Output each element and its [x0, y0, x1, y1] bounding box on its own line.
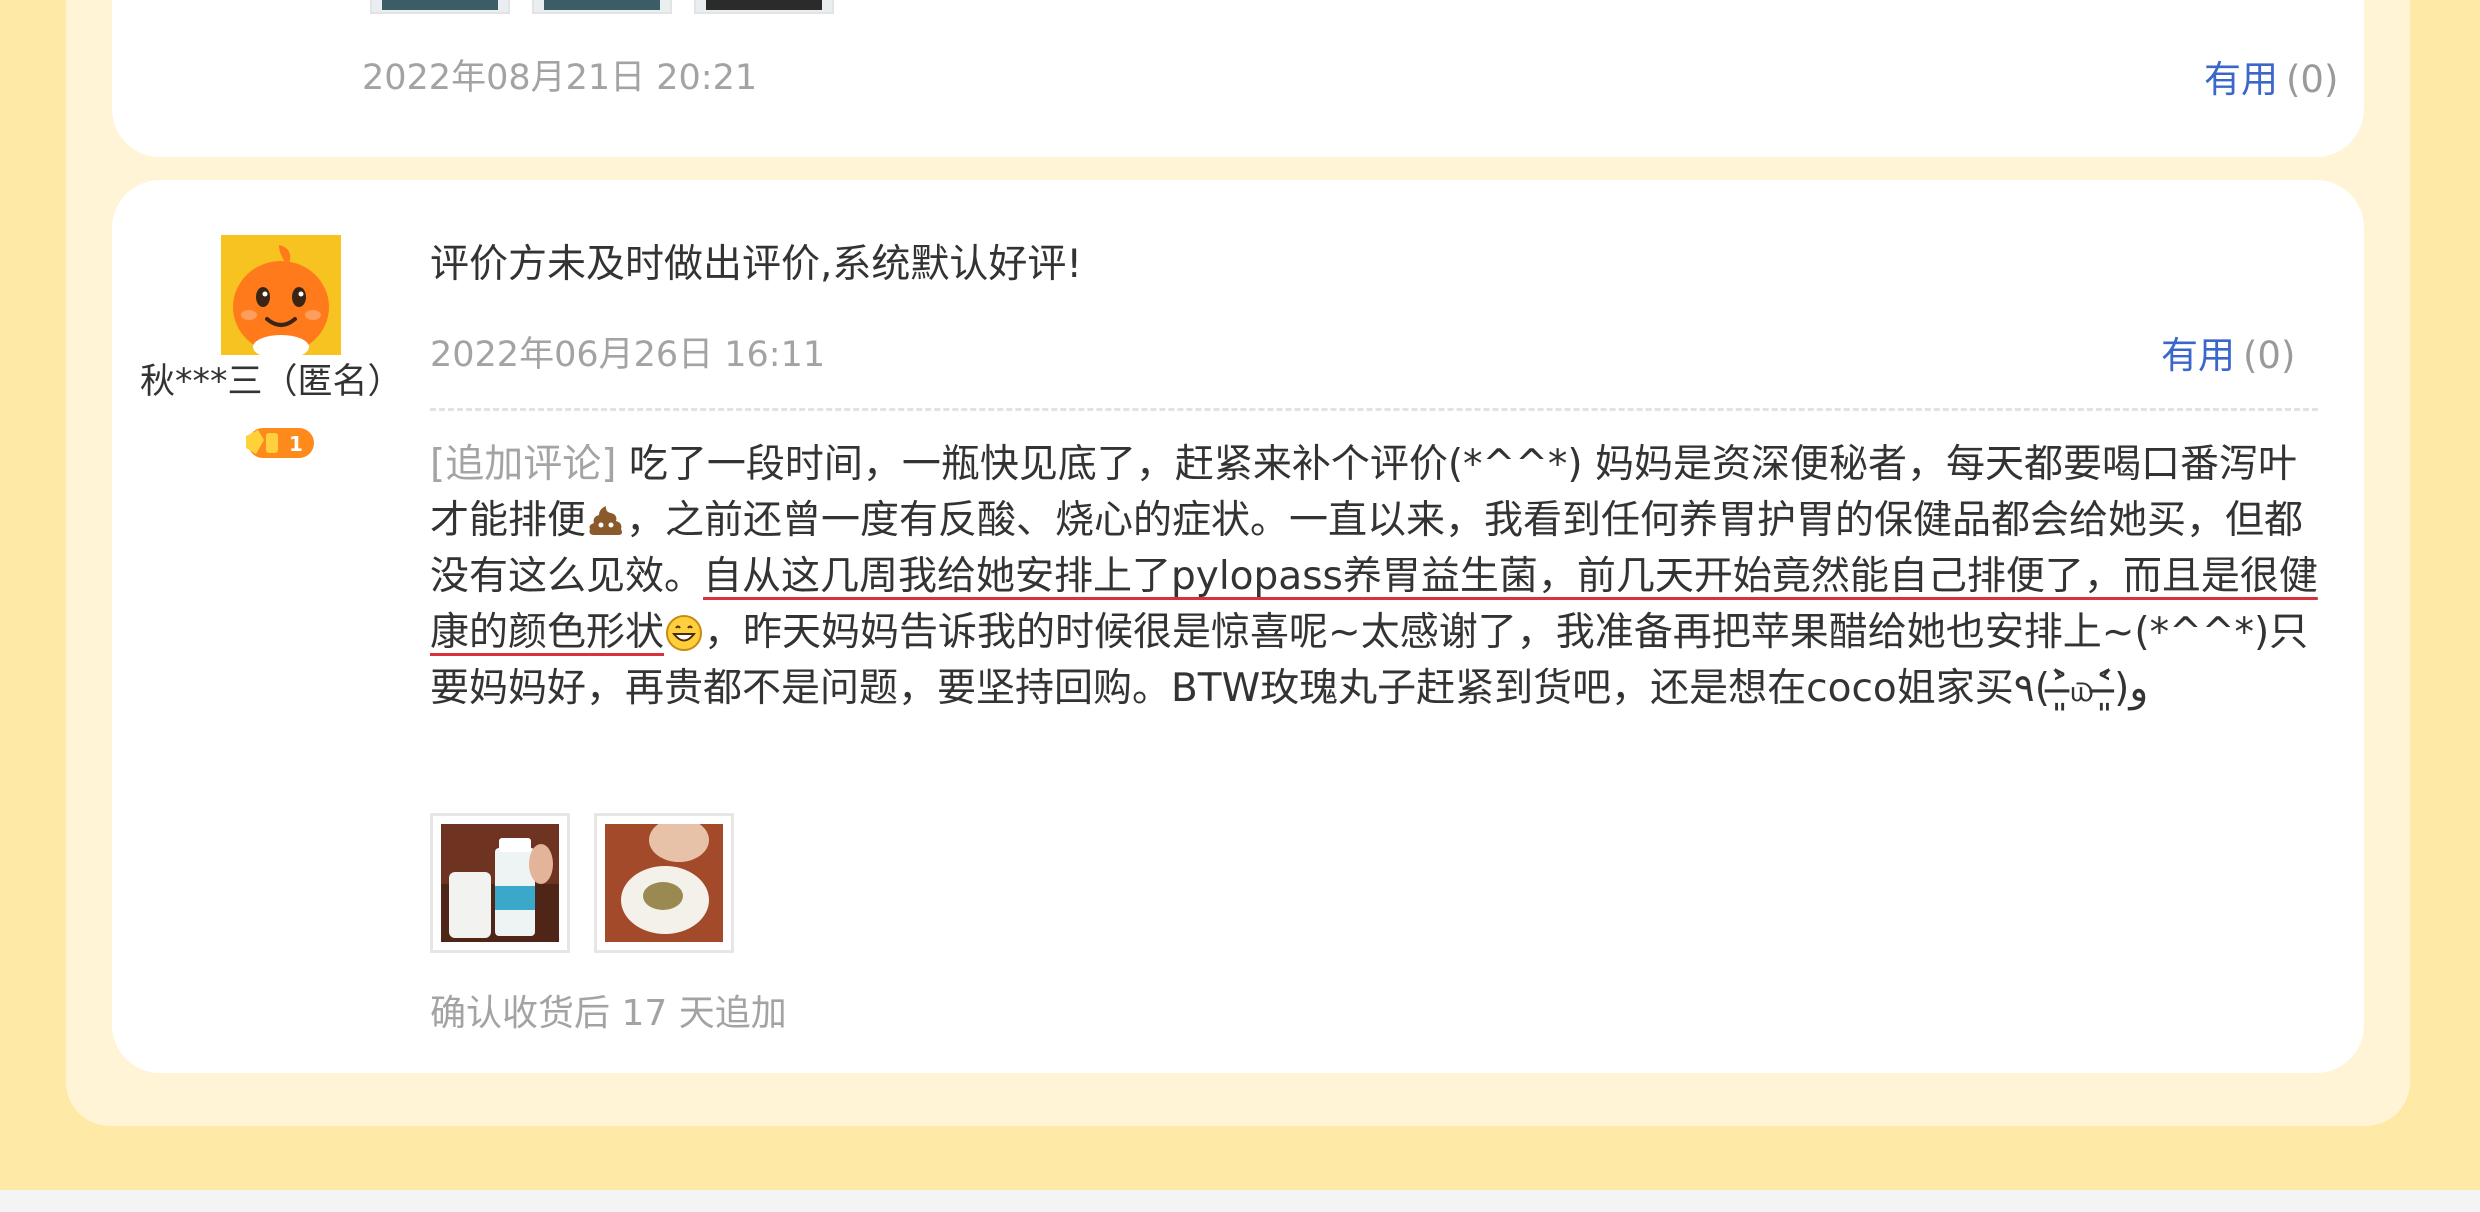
review-date: 2022年06月26日 16:11 — [430, 335, 826, 375]
poop-emoji-icon — [589, 506, 623, 535]
previous-review-photos — [370, 0, 834, 14]
append-review-text: [追加评论] 吃了一段时间，一瓶快见底了，赶紧来补个评价(*^^*) 妈妈是资深… — [430, 437, 2320, 717]
previous-useful-button[interactable]: 有用 (0) — [2204, 60, 2338, 100]
avatar-mascot-icon — [221, 235, 341, 355]
review-photo-thumb[interactable] — [694, 0, 834, 14]
review-photo-thumb[interactable] — [370, 0, 510, 14]
user-avatar[interactable] — [221, 235, 341, 355]
divider — [430, 408, 2318, 411]
useful-count: (0) — [2286, 58, 2339, 101]
supplement-cap-photo — [605, 824, 723, 942]
level-badge-number: 1 — [289, 432, 303, 456]
append-review-tag: [追加评论] — [430, 442, 617, 487]
reviewer-name: 秋***三（匿名） — [140, 362, 403, 402]
useful-count: (0) — [2243, 334, 2296, 377]
append-time-note: 确认收货后 17 天追加 — [430, 993, 787, 1034]
level-badge: 1 — [244, 426, 316, 460]
review-photo-1[interactable] — [430, 813, 570, 953]
grin-emoji-icon — [666, 615, 703, 651]
review-default-text: 评价方未及时做出评价,系统默认好评! — [430, 242, 1083, 287]
supplement-bottle-photo — [441, 824, 559, 942]
useful-label: 有用 — [2204, 58, 2278, 101]
review-photo-2[interactable] — [594, 813, 734, 953]
append-review-photos — [430, 813, 734, 953]
append-text-part: ，昨天妈妈告诉我的时候很是惊喜呢~太感谢了，我准备再把苹果醋给她也安排上~(*^… — [430, 610, 2309, 711]
level-badge-icon: 1 — [246, 428, 314, 458]
review-photo-thumb[interactable] — [532, 0, 672, 14]
useful-label: 有用 — [2161, 334, 2235, 377]
useful-button[interactable]: 有用 (0) — [2161, 336, 2295, 376]
previous-review-date: 2022年08月21日 20:21 — [362, 58, 758, 98]
page-bottom-strip — [0, 1190, 2480, 1212]
